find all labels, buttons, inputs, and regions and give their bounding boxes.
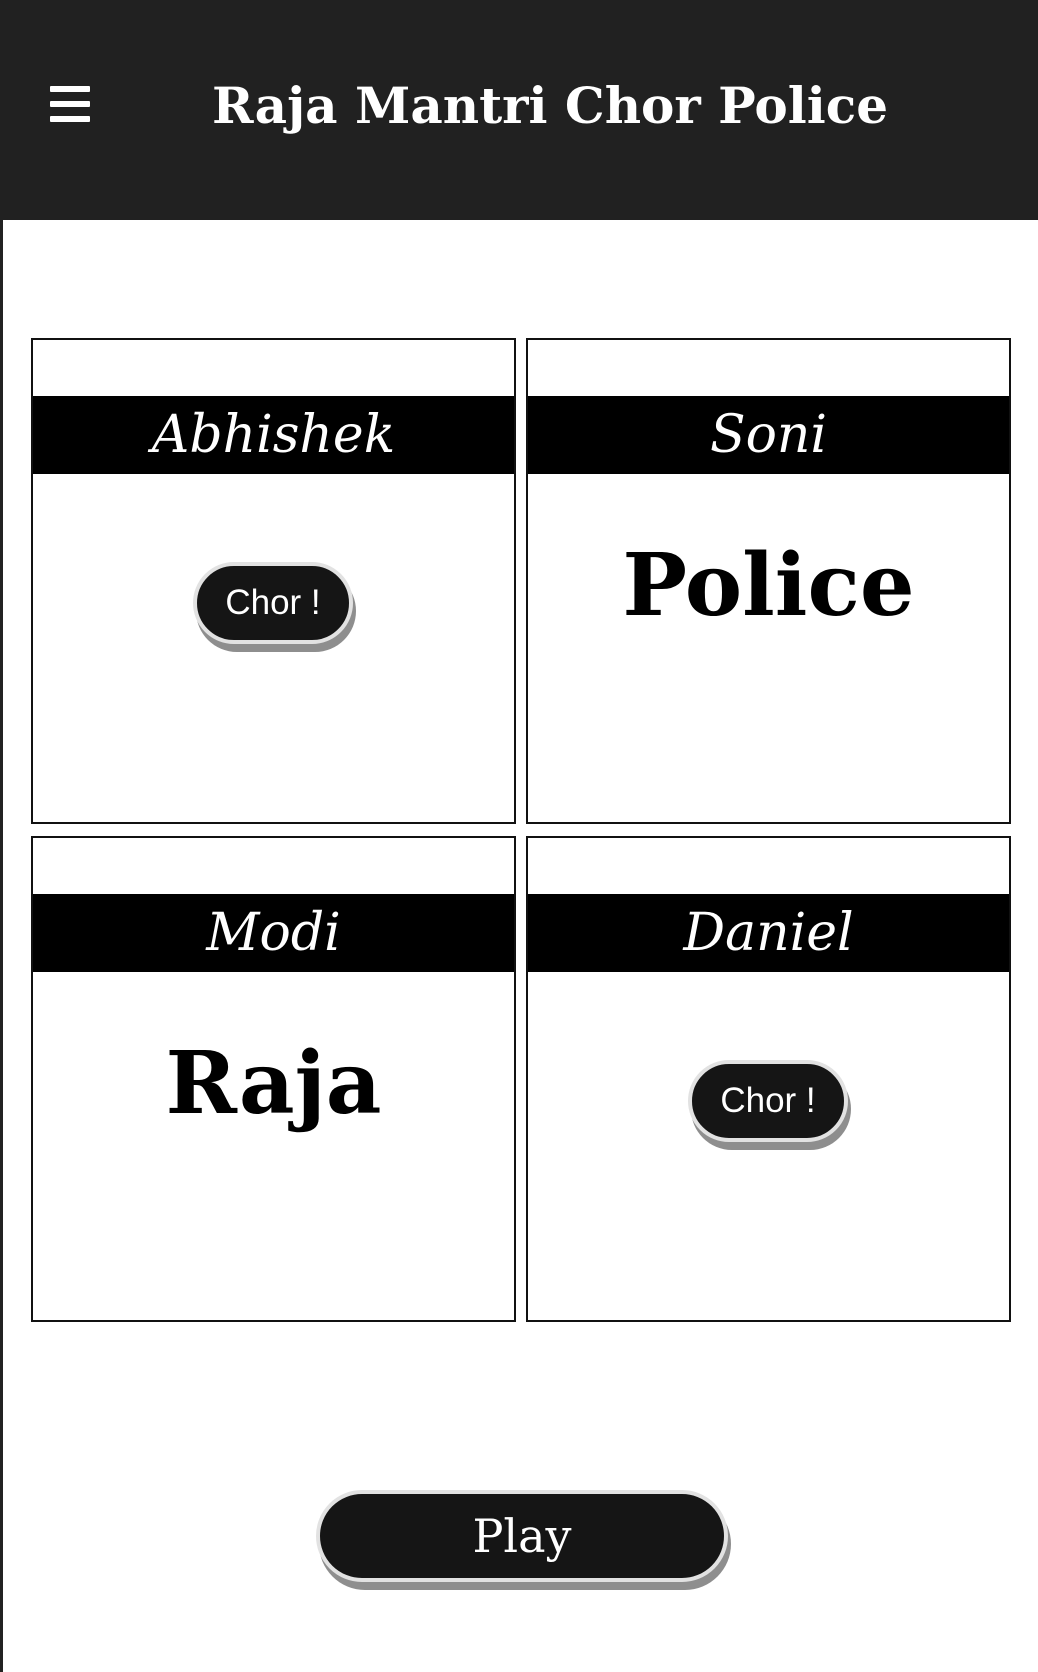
menu-line [50, 101, 90, 107]
player-name: Daniel [528, 894, 1009, 972]
player-name: Abhishek [33, 396, 514, 474]
player-role: Raja [165, 1033, 382, 1134]
play-button[interactable]: Play [316, 1490, 728, 1582]
chor-button[interactable]: Chor ! [193, 562, 353, 644]
app-bar: Raja Mantri Chor Police [0, 0, 1038, 220]
player-card-soni: Soni Police [526, 338, 1011, 824]
player-role: Police [622, 535, 915, 636]
app-title: Raja Mantri Chor Police [211, 76, 889, 135]
player-name: Modi [33, 894, 514, 972]
menu-line [50, 86, 90, 92]
player-card-daniel: Daniel Chor ! [526, 836, 1011, 1322]
left-edge-divider [0, 220, 3, 1672]
chor-button[interactable]: Chor ! [688, 1060, 848, 1142]
player-name: Soni [528, 396, 1009, 474]
player-card-modi: Modi Raja [31, 836, 516, 1322]
player-card-abhishek: Abhishek Chor ! [31, 338, 516, 824]
menu-line [50, 116, 90, 122]
hamburger-menu-icon[interactable] [46, 82, 94, 126]
